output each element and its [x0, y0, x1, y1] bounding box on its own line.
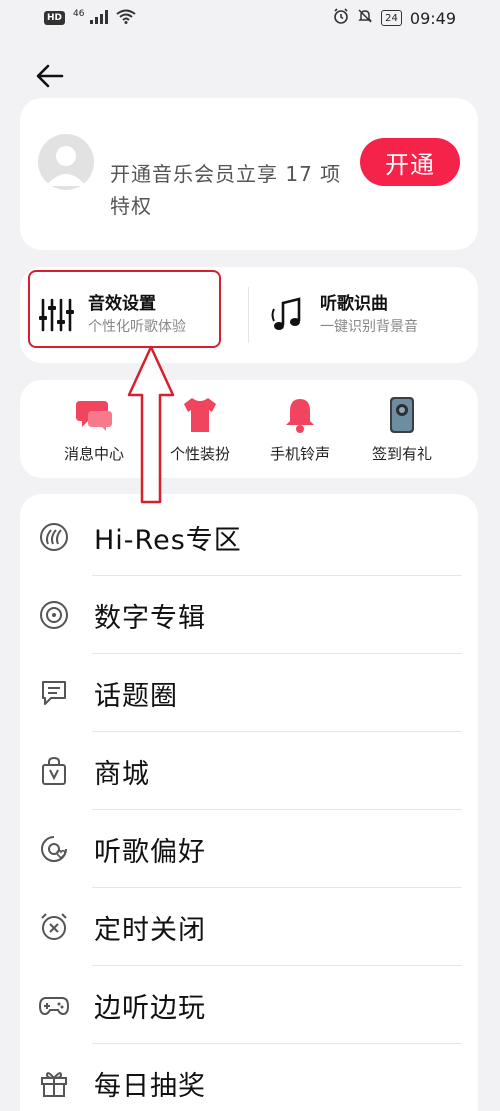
- menu-item-store[interactable]: 商城: [20, 732, 478, 810]
- shortcut-ringtone[interactable]: 手机铃声: [250, 380, 350, 478]
- feature-card: 音效设置 个性化听歌体验 听歌识曲 一键识别背景音: [20, 267, 478, 363]
- alarm-clock-icon: [38, 911, 70, 943]
- shortcut-label: 消息中心: [63, 444, 124, 463]
- feature-subtitle: 一键识别背景音: [320, 319, 418, 335]
- wifi-icon: [115, 9, 136, 28]
- shortcut-personalize[interactable]: 个性装扮: [150, 380, 250, 478]
- tshirt-icon: [180, 395, 220, 435]
- shortcut-message-center[interactable]: 消息中心: [44, 380, 144, 478]
- menu-item-label: 每日抽奖: [94, 1070, 206, 1102]
- menu-item-play-games[interactable]: 边听边玩: [20, 966, 478, 1044]
- menu-item-label: 商城: [94, 758, 150, 790]
- equalizer-icon: [36, 295, 76, 335]
- open-membership-button[interactable]: 开通: [360, 138, 460, 186]
- shortcut-label: 签到有礼: [371, 444, 432, 463]
- back-arrow-icon: [36, 64, 64, 88]
- chat-icon: [38, 677, 70, 709]
- bell-icon: [280, 395, 320, 435]
- feature-subtitle: 个性化听歌体验: [88, 319, 186, 335]
- back-button[interactable]: [30, 58, 70, 94]
- battery-icon: 24: [381, 10, 402, 26]
- member-promo-text: 开通音乐会员立享 17 项特权: [110, 162, 342, 218]
- avatar[interactable]: [38, 134, 94, 190]
- gamepad-icon: [38, 989, 70, 1021]
- status-right: 24 09:49: [333, 8, 456, 28]
- song-recognition[interactable]: 听歌识曲 一键识别背景音: [268, 267, 418, 363]
- shortcut-checkin[interactable]: 签到有礼: [352, 380, 452, 478]
- feature-title: 音效设置: [88, 294, 156, 314]
- menu-item-digital-album[interactable]: 数字专辑: [20, 576, 478, 654]
- member-card[interactable]: 开通音乐会员立享 17 项特权 开通: [20, 98, 478, 250]
- message-bubble-icon: [74, 395, 114, 435]
- signal-icon: 46: [73, 9, 108, 28]
- shortcut-label: 手机铃声: [269, 444, 330, 463]
- phone-image-icon: [382, 395, 422, 435]
- status-bar: HD 46 24 09:49: [0, 0, 500, 36]
- shortcut-label: 个性装扮: [169, 444, 230, 463]
- status-left: HD 46: [44, 9, 136, 28]
- menu-item-label: 定时关闭: [94, 914, 206, 946]
- menu-item-label: 数字专辑: [94, 602, 206, 634]
- sound-effect-settings[interactable]: 音效设置 个性化听歌体验: [36, 267, 186, 363]
- menu-item-daily-lottery[interactable]: 每日抽奖: [20, 1044, 478, 1111]
- music-note-icon: [268, 295, 308, 335]
- shortcut-card: 消息中心 个性装扮 手机铃声 签到有礼: [20, 380, 478, 478]
- menu-item-label: 听歌偏好: [94, 836, 206, 868]
- battery-level: 24: [385, 12, 398, 24]
- shopping-bag-icon: [38, 755, 70, 787]
- menu-item-label: 话题圈: [94, 680, 178, 712]
- menu-item-sleep-timer[interactable]: 定时关闭: [20, 888, 478, 966]
- mute-icon: [357, 8, 373, 28]
- time-label: 09:49: [409, 8, 456, 28]
- menu-item-label: Hi-Res专区: [94, 524, 242, 556]
- hd-badge: HD: [44, 11, 66, 25]
- alarm-status-icon: [333, 8, 349, 28]
- menu-item-hires[interactable]: Hi-Res专区: [20, 498, 478, 576]
- menu-list: Hi-Res专区 数字专辑 话题圈 商城 听歌偏好 定时关闭 边听边玩 每日抽奖: [20, 494, 478, 1111]
- feature-title: 听歌识曲: [320, 294, 388, 314]
- disc-icon: [38, 599, 70, 631]
- network-type-label: 46: [73, 8, 85, 19]
- hires-icon: [38, 521, 70, 553]
- menu-item-label: 边听边玩: [94, 992, 206, 1024]
- menu-item-topics[interactable]: 话题圈: [20, 654, 478, 732]
- menu-item-preferences[interactable]: 听歌偏好: [20, 810, 478, 888]
- feature-divider: [248, 287, 249, 343]
- gift-icon: [38, 1067, 70, 1099]
- preference-heart-icon: [38, 833, 70, 865]
